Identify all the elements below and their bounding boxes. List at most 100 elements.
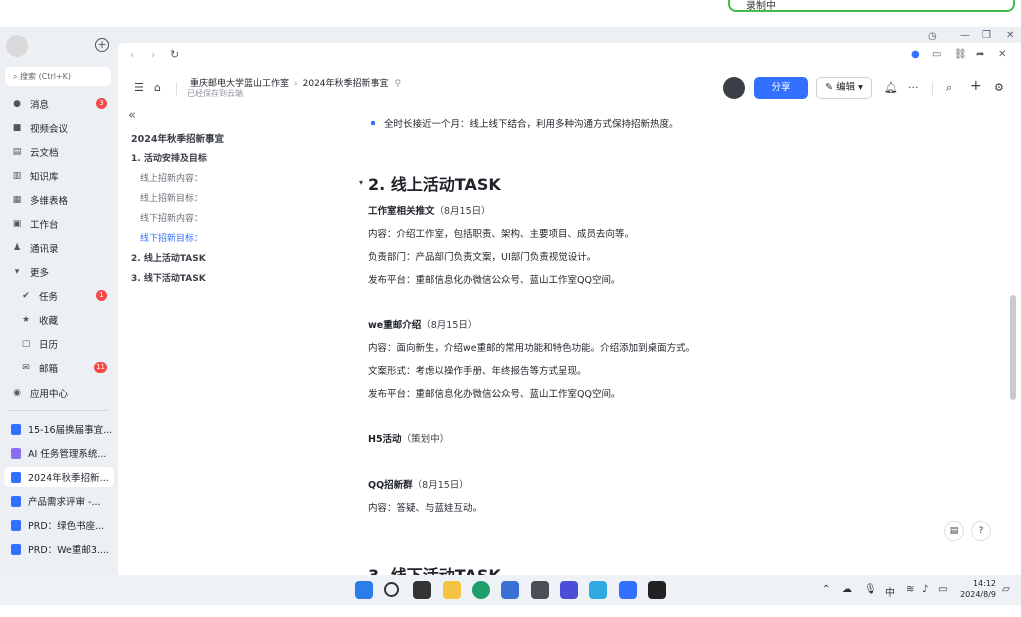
refresh-icon[interactable]: ↻	[170, 48, 179, 61]
scrollbar[interactable]	[1008, 105, 1018, 575]
next-section-heading: 3. 线下活动TASK	[368, 562, 501, 575]
sidebar-item-label: 知识库	[30, 172, 59, 183]
sidebar-doc-item-active[interactable]: 2024年秋季招新...	[4, 467, 114, 487]
outline-item[interactable]: 2. 线上活动TASK	[131, 251, 206, 264]
sidebar-doc-item[interactable]: 15-16届换届事宜...	[4, 419, 114, 439]
sidebar-item-favorites[interactable]: ★ 收藏	[4, 310, 114, 330]
sidebar-item-more[interactable]: ▾ 更多	[4, 262, 114, 282]
outline-item-active[interactable]: 线下招新目标：	[140, 231, 203, 244]
search-input[interactable]: ⌕ 搜索 (Ctrl+K)	[5, 67, 111, 86]
cloud-icon[interactable]: ●	[911, 49, 920, 60]
toolbar-divider	[176, 82, 177, 96]
notification-icon[interactable]: ▱	[1002, 584, 1010, 595]
edge-icon[interactable]	[472, 581, 490, 599]
more-icon[interactable]: ···	[908, 81, 919, 94]
sidebar-item-messages[interactable]: ● 消息 3	[4, 94, 114, 114]
sidebar-item-calendar[interactable]: ▢ 日历	[4, 334, 114, 354]
task-view-icon[interactable]	[413, 581, 431, 599]
volume-icon[interactable]: ♪	[922, 584, 928, 595]
sidebar-item-cloud-docs[interactable]: ▤ 云文档	[4, 142, 114, 162]
app-icon[interactable]	[560, 581, 578, 599]
document-body[interactable]: 全时长接近一个月：线上线下结合，利用多种沟通方式保持招新热度。 H1 ▾ 2. …	[348, 105, 1008, 575]
sidebar-item-video-meeting[interactable]: ■ 视频会议	[4, 118, 114, 138]
collaborator-avatar[interactable]	[723, 77, 745, 99]
tray-expand-icon[interactable]: ⌃	[822, 584, 830, 595]
sidebar-item-workplace[interactable]: ▣ 工作台	[4, 214, 114, 234]
app-icon[interactable]	[531, 581, 549, 599]
outline-item[interactable]: 线下招新内容：	[140, 211, 203, 224]
section-meta: （8月15日）	[412, 480, 469, 491]
outline-item[interactable]: 线上招新内容：	[140, 171, 203, 184]
mail-icon: ✉	[22, 363, 30, 373]
grid-icon: ▣	[12, 219, 22, 229]
bullet-text: 全时长接近一个月：线上线下结合，利用多种沟通方式保持招新热度。	[384, 119, 679, 130]
restore-icon[interactable]: ❐	[982, 30, 991, 41]
sidebar-doc-item[interactable]: PRD：We重邮3....	[4, 539, 114, 559]
minimize-icon[interactable]: —	[960, 30, 970, 41]
doc-line: 内容：面向新生，介绍we重邮的常用功能和特色功能。介绍添加到桌面方式。	[368, 343, 696, 354]
help-icon[interactable]: ?	[971, 521, 991, 541]
window-close-icon[interactable]: ✕	[1006, 30, 1014, 41]
outline-item[interactable]: 3. 线下活动TASK	[131, 271, 206, 284]
add-icon[interactable]: +	[970, 78, 982, 94]
sidebar-item-label: 多维表格	[30, 196, 69, 207]
forward-icon[interactable]: ›	[151, 48, 155, 61]
doc-line: 发布平台：重邮信息化办微信公众号、蓝山工作室QQ空间。	[368, 275, 621, 286]
outline-toggle-icon[interactable]: ☰	[134, 81, 144, 94]
settings-icon[interactable]: ⚙	[994, 81, 1004, 94]
outline-item[interactable]: 线上招新目标：	[140, 191, 203, 204]
window-icon[interactable]: ▭	[932, 49, 941, 60]
edit-mode-button[interactable]: ✎ 编辑 ▾	[816, 77, 872, 99]
link-icon[interactable]: ⛓	[954, 49, 967, 60]
section-heading: 2. 线上活动TASK	[368, 175, 501, 194]
collapse-outline-icon[interactable]: «	[128, 108, 136, 123]
sidebar-item-contacts[interactable]: ♟ 通讯录	[4, 238, 114, 258]
sidebar-item-tasks[interactable]: ✔ 任务 1	[4, 286, 114, 306]
user-avatar[interactable]	[6, 35, 28, 57]
search-icon[interactable]: ⌕	[946, 81, 952, 95]
sidebar-item-label: AI 任务管理系统...	[28, 449, 107, 460]
outline-item[interactable]: 1. 活动安排及目标	[131, 151, 207, 164]
app-icon[interactable]	[648, 581, 666, 599]
system-clock[interactable]: 14:12 2024/8/9	[958, 578, 996, 600]
add-icon[interactable]: +	[95, 38, 109, 52]
back-icon[interactable]: ‹	[130, 48, 134, 61]
doc-line: 内容：介绍工作室，包括职责、架构、主要项目、成员去向等。	[368, 229, 635, 240]
wifi-icon[interactable]: ≋	[906, 584, 914, 595]
taskbar-search-icon[interactable]	[384, 582, 399, 597]
bell-icon[interactable]: 🔔︎	[884, 81, 898, 94]
sidebar-item-app-center[interactable]: ◉ 应用中心	[4, 383, 114, 403]
ime-indicator[interactable]: 中	[885, 584, 895, 599]
home-icon[interactable]: ⌂	[154, 81, 161, 94]
outline-title[interactable]: 2024年秋季招新事宜	[131, 131, 224, 145]
sidebar-item-base[interactable]: ▦ 多维表格	[4, 190, 114, 210]
sidebar-item-label: 日历	[39, 340, 59, 351]
section-title: H5活动（策划中）	[368, 431, 449, 445]
section-title-text: H5活动	[368, 434, 402, 445]
scrollbar-thumb[interactable]	[1010, 295, 1016, 400]
battery-icon[interactable]: ▭	[938, 584, 947, 595]
close-icon[interactable]: ✕	[998, 49, 1006, 60]
share-button[interactable]: 分享	[754, 77, 808, 99]
sidebar-doc-item[interactable]: AI 任务管理系统...	[4, 443, 114, 463]
sidebar-item-wiki[interactable]: ▥ 知识库	[4, 166, 114, 186]
doc-info-icon[interactable]: ▤	[944, 521, 964, 541]
sidebar-item-mail[interactable]: ✉ 邮箱 11	[4, 358, 114, 378]
forward-share-icon[interactable]: ➦	[976, 49, 984, 60]
bilibili-icon[interactable]	[589, 581, 607, 599]
history-icon[interactable]: ◷	[928, 31, 937, 42]
collapse-heading-icon[interactable]: ▾	[359, 178, 363, 187]
sidebar-doc-item[interactable]: PRD：绿色书座...	[4, 515, 114, 535]
sidebar-doc-item[interactable]: 产品需求评审 -...	[4, 491, 114, 511]
recording-label: 录制中	[746, 1, 776, 12]
lark-icon[interactable]	[619, 581, 637, 599]
mic-icon[interactable]: 🎙︎	[864, 584, 877, 595]
sidebar-item-label: 消息	[30, 100, 50, 111]
store-icon[interactable]	[501, 581, 519, 599]
breadcrumb-doc[interactable]: 2024年秋季招新事宜	[303, 79, 389, 89]
pin-icon[interactable]: ⚲	[395, 79, 402, 89]
file-explorer-icon[interactable]	[443, 581, 461, 599]
recording-indicator[interactable]: 录制中	[728, 0, 1015, 12]
cloud-icon[interactable]: ☁	[842, 584, 852, 595]
start-icon[interactable]	[355, 581, 373, 599]
